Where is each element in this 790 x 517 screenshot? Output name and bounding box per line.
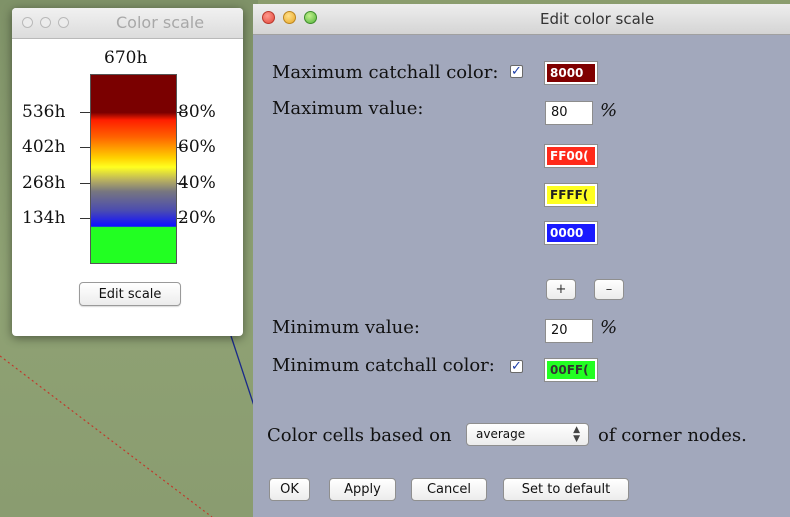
tick-mark: [80, 183, 90, 184]
tick-label-left: 402h: [22, 137, 66, 157]
min-percent-sign: %: [600, 317, 618, 338]
color-scale-window: Color scale 670h 536h 402h 268h 134h 80%…: [12, 8, 243, 336]
remove-stop-button[interactable]: –: [594, 279, 624, 300]
color-gradient-bar: [90, 74, 177, 264]
min-catchall-checkbox[interactable]: ✓: [510, 360, 523, 373]
color-stop-swatch[interactable]: FFFF(: [544, 183, 598, 207]
max-catchall-checkbox[interactable]: ✓: [510, 65, 523, 78]
tick-label-left: 536h: [22, 102, 66, 122]
max-value-input[interactable]: 80: [545, 101, 593, 125]
min-value-input[interactable]: 20: [545, 319, 593, 343]
color-stop-swatch[interactable]: 0000: [544, 221, 598, 245]
tick-mark: [80, 147, 90, 148]
tick-label-left: 134h: [22, 208, 66, 228]
apply-button[interactable]: Apply: [329, 478, 396, 501]
tick-label-right: 20%: [178, 208, 216, 228]
minimize-icon[interactable]: [283, 11, 296, 24]
tick-label-right: 60%: [178, 137, 216, 157]
color-scale-titlebar[interactable]: Color scale: [12, 8, 243, 39]
color-cells-select[interactable]: average ▲ ▼: [466, 423, 589, 446]
max-catchall-label: Maximum catchall color:: [272, 62, 499, 83]
select-arrows-icon: ▲ ▼: [573, 425, 580, 444]
color-stop-swatch[interactable]: FF00(: [544, 144, 598, 168]
ok-button[interactable]: OK: [269, 478, 310, 501]
set-to-default-button[interactable]: Set to default: [503, 478, 629, 501]
tick-label-left: 268h: [22, 173, 66, 193]
color-scale-title: Color scale: [116, 13, 205, 32]
zoom-icon[interactable]: [58, 17, 69, 28]
window-controls: [22, 17, 69, 28]
zoom-icon[interactable]: [304, 11, 317, 24]
color-cells-select-value: average: [476, 427, 526, 441]
color-cells-prefix: Color cells based on: [267, 425, 452, 446]
min-catchall-color-swatch[interactable]: 00FF(: [544, 358, 598, 382]
window-controls: [262, 11, 317, 24]
min-catchall-label: Minimum catchall color:: [272, 355, 495, 376]
dialog-titlebar[interactable]: Edit color scale: [253, 4, 790, 35]
tick-label-right: 80%: [178, 102, 216, 122]
color-cells-suffix: of corner nodes.: [598, 425, 747, 446]
close-icon[interactable]: [262, 11, 275, 24]
tick-label-right: 40%: [178, 173, 216, 193]
add-stop-button[interactable]: +: [546, 279, 576, 300]
edit-color-scale-dialog: Edit color scale Maximum catchall color:…: [253, 4, 790, 517]
close-icon[interactable]: [22, 17, 33, 28]
dialog-title: Edit color scale: [540, 10, 655, 28]
max-value-label: Maximum value:: [272, 98, 424, 119]
max-catchall-color-swatch[interactable]: 8000: [544, 61, 598, 85]
tick-mark: [80, 112, 90, 113]
cancel-button[interactable]: Cancel: [411, 478, 487, 501]
max-percent-sign: %: [600, 100, 618, 121]
min-value-label: Minimum value:: [272, 317, 420, 338]
scale-max-label: 670h: [104, 48, 148, 68]
edit-scale-button[interactable]: Edit scale: [79, 282, 181, 306]
tick-mark: [80, 218, 90, 219]
minimize-icon[interactable]: [40, 17, 51, 28]
